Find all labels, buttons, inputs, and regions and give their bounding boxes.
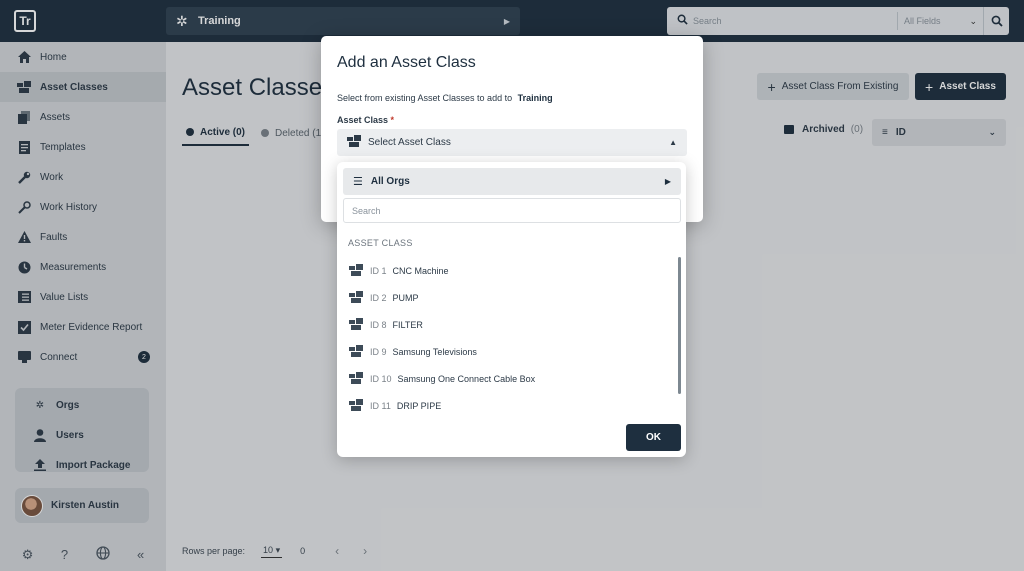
filter-icon: ☰ xyxy=(353,176,363,188)
org-filter-label: All Orgs xyxy=(370,176,410,187)
ok-button[interactable]: OK xyxy=(626,424,681,451)
select-placeholder: Select Asset Class xyxy=(368,137,451,148)
list-item[interactable]: ID 1 CNC Machine xyxy=(337,257,675,284)
list-item[interactable]: ID 2 PUMP xyxy=(337,284,675,311)
item-name: Samsung One Connect Cable Box xyxy=(397,373,536,384)
list-item[interactable]: ID 8 FILTER xyxy=(337,311,675,338)
caret-right-icon: ▶ xyxy=(664,177,671,186)
item-name: PUMP xyxy=(392,292,419,303)
field-label-text: Asset Class xyxy=(337,115,389,125)
org-filter[interactable]: ☰ All Orgs ▶ xyxy=(343,168,681,195)
asset-class-icon xyxy=(349,344,363,359)
asset-class-field-label: Asset Class * xyxy=(337,115,394,125)
list-item[interactable]: ID 11 DRIP PIPE xyxy=(337,392,675,417)
item-name: FILTER xyxy=(392,319,423,330)
list-item[interactable]: ID 10 Samsung One Connect Cable Box xyxy=(337,365,675,392)
caret-up-icon: ▲ xyxy=(669,138,677,147)
asset-class-select[interactable]: Select Asset Class ▲ xyxy=(337,129,687,156)
asset-class-icon xyxy=(347,135,361,150)
dialog-subtitle-text: Select from existing Asset Classes to ad… xyxy=(337,93,513,103)
asset-class-icon xyxy=(349,290,363,305)
item-id: ID 2 xyxy=(370,292,387,303)
list-item[interactable]: ID 9 Samsung Televisions xyxy=(337,338,675,365)
list-scrollbar[interactable] xyxy=(678,257,681,394)
asset-class-icon xyxy=(349,263,363,278)
item-id: ID 8 xyxy=(370,319,387,330)
asset-class-icon xyxy=(349,371,363,386)
item-id: ID 11 xyxy=(370,400,391,411)
item-name: Samsung Televisions xyxy=(392,346,477,357)
dialog-target-org: Training xyxy=(517,93,553,103)
asset-class-list: ID 1 CNC Machine ID 2 PUMP ID 8 FILTER I… xyxy=(337,257,675,417)
dropdown-section-label: ASSET CLASS xyxy=(348,238,413,248)
item-id: ID 10 xyxy=(370,373,392,384)
asset-class-icon xyxy=(349,398,363,413)
asset-class-icon xyxy=(349,317,363,332)
dropdown-search-input[interactable] xyxy=(343,198,681,223)
dialog-title: Add an Asset Class xyxy=(337,54,476,71)
asset-class-dropdown: ☰ All Orgs ▶ ASSET CLASS ID 1 CNC Machin… xyxy=(337,162,686,457)
item-id: ID 1 xyxy=(370,265,387,276)
dialog-subtitle: Select from existing Asset Classes to ad… xyxy=(337,93,553,103)
item-name: DRIP PIPE xyxy=(396,400,442,411)
item-name: CNC Machine xyxy=(392,265,449,276)
item-id: ID 9 xyxy=(370,346,387,357)
required-mark: * xyxy=(390,115,395,125)
